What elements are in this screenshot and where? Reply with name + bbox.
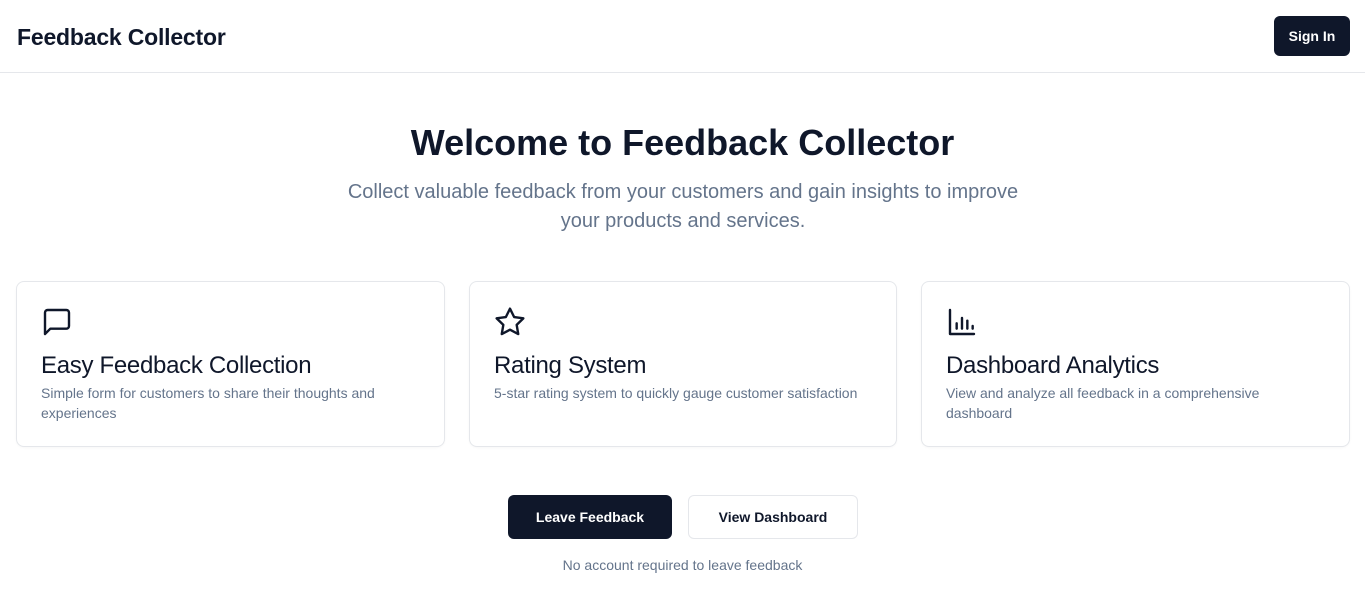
hero-title: Welcome to Feedback Collector [410, 122, 955, 163]
feature-card-rating-system: Rating System 5-star rating system to qu… [469, 281, 897, 447]
feature-card-feedback-collection: Easy Feedback Collection Simple form for… [16, 281, 445, 447]
top-header: Feedback Collector Sign In [0, 0, 1365, 73]
feature-description: 5-star rating system to quickly gauge cu… [494, 385, 858, 401]
bar-chart-icon [948, 308, 976, 336]
feature-description: View and analyze all feedback in a compr… [946, 385, 1260, 421]
sign-in-button[interactable]: Sign In [1274, 16, 1350, 56]
feature-title: Rating System [494, 352, 647, 379]
star-icon [495, 307, 525, 336]
brand-title[interactable]: Feedback Collector [17, 24, 226, 51]
feature-description: Simple form for customers to share their… [41, 385, 375, 421]
feature-title: Easy Feedback Collection [41, 352, 312, 379]
feature-title: Dashboard Analytics [946, 352, 1160, 379]
no-account-note: No account required to leave feedback [562, 557, 803, 573]
view-dashboard-button[interactable]: View Dashboard [688, 495, 858, 539]
message-square-icon [43, 308, 71, 336]
leave-feedback-button[interactable]: Leave Feedback [508, 495, 672, 539]
feature-card-dashboard-analytics: Dashboard Analytics View and analyze all… [921, 281, 1350, 447]
hero-subtitle: Collect valuable feedback from your cust… [347, 181, 1019, 232]
